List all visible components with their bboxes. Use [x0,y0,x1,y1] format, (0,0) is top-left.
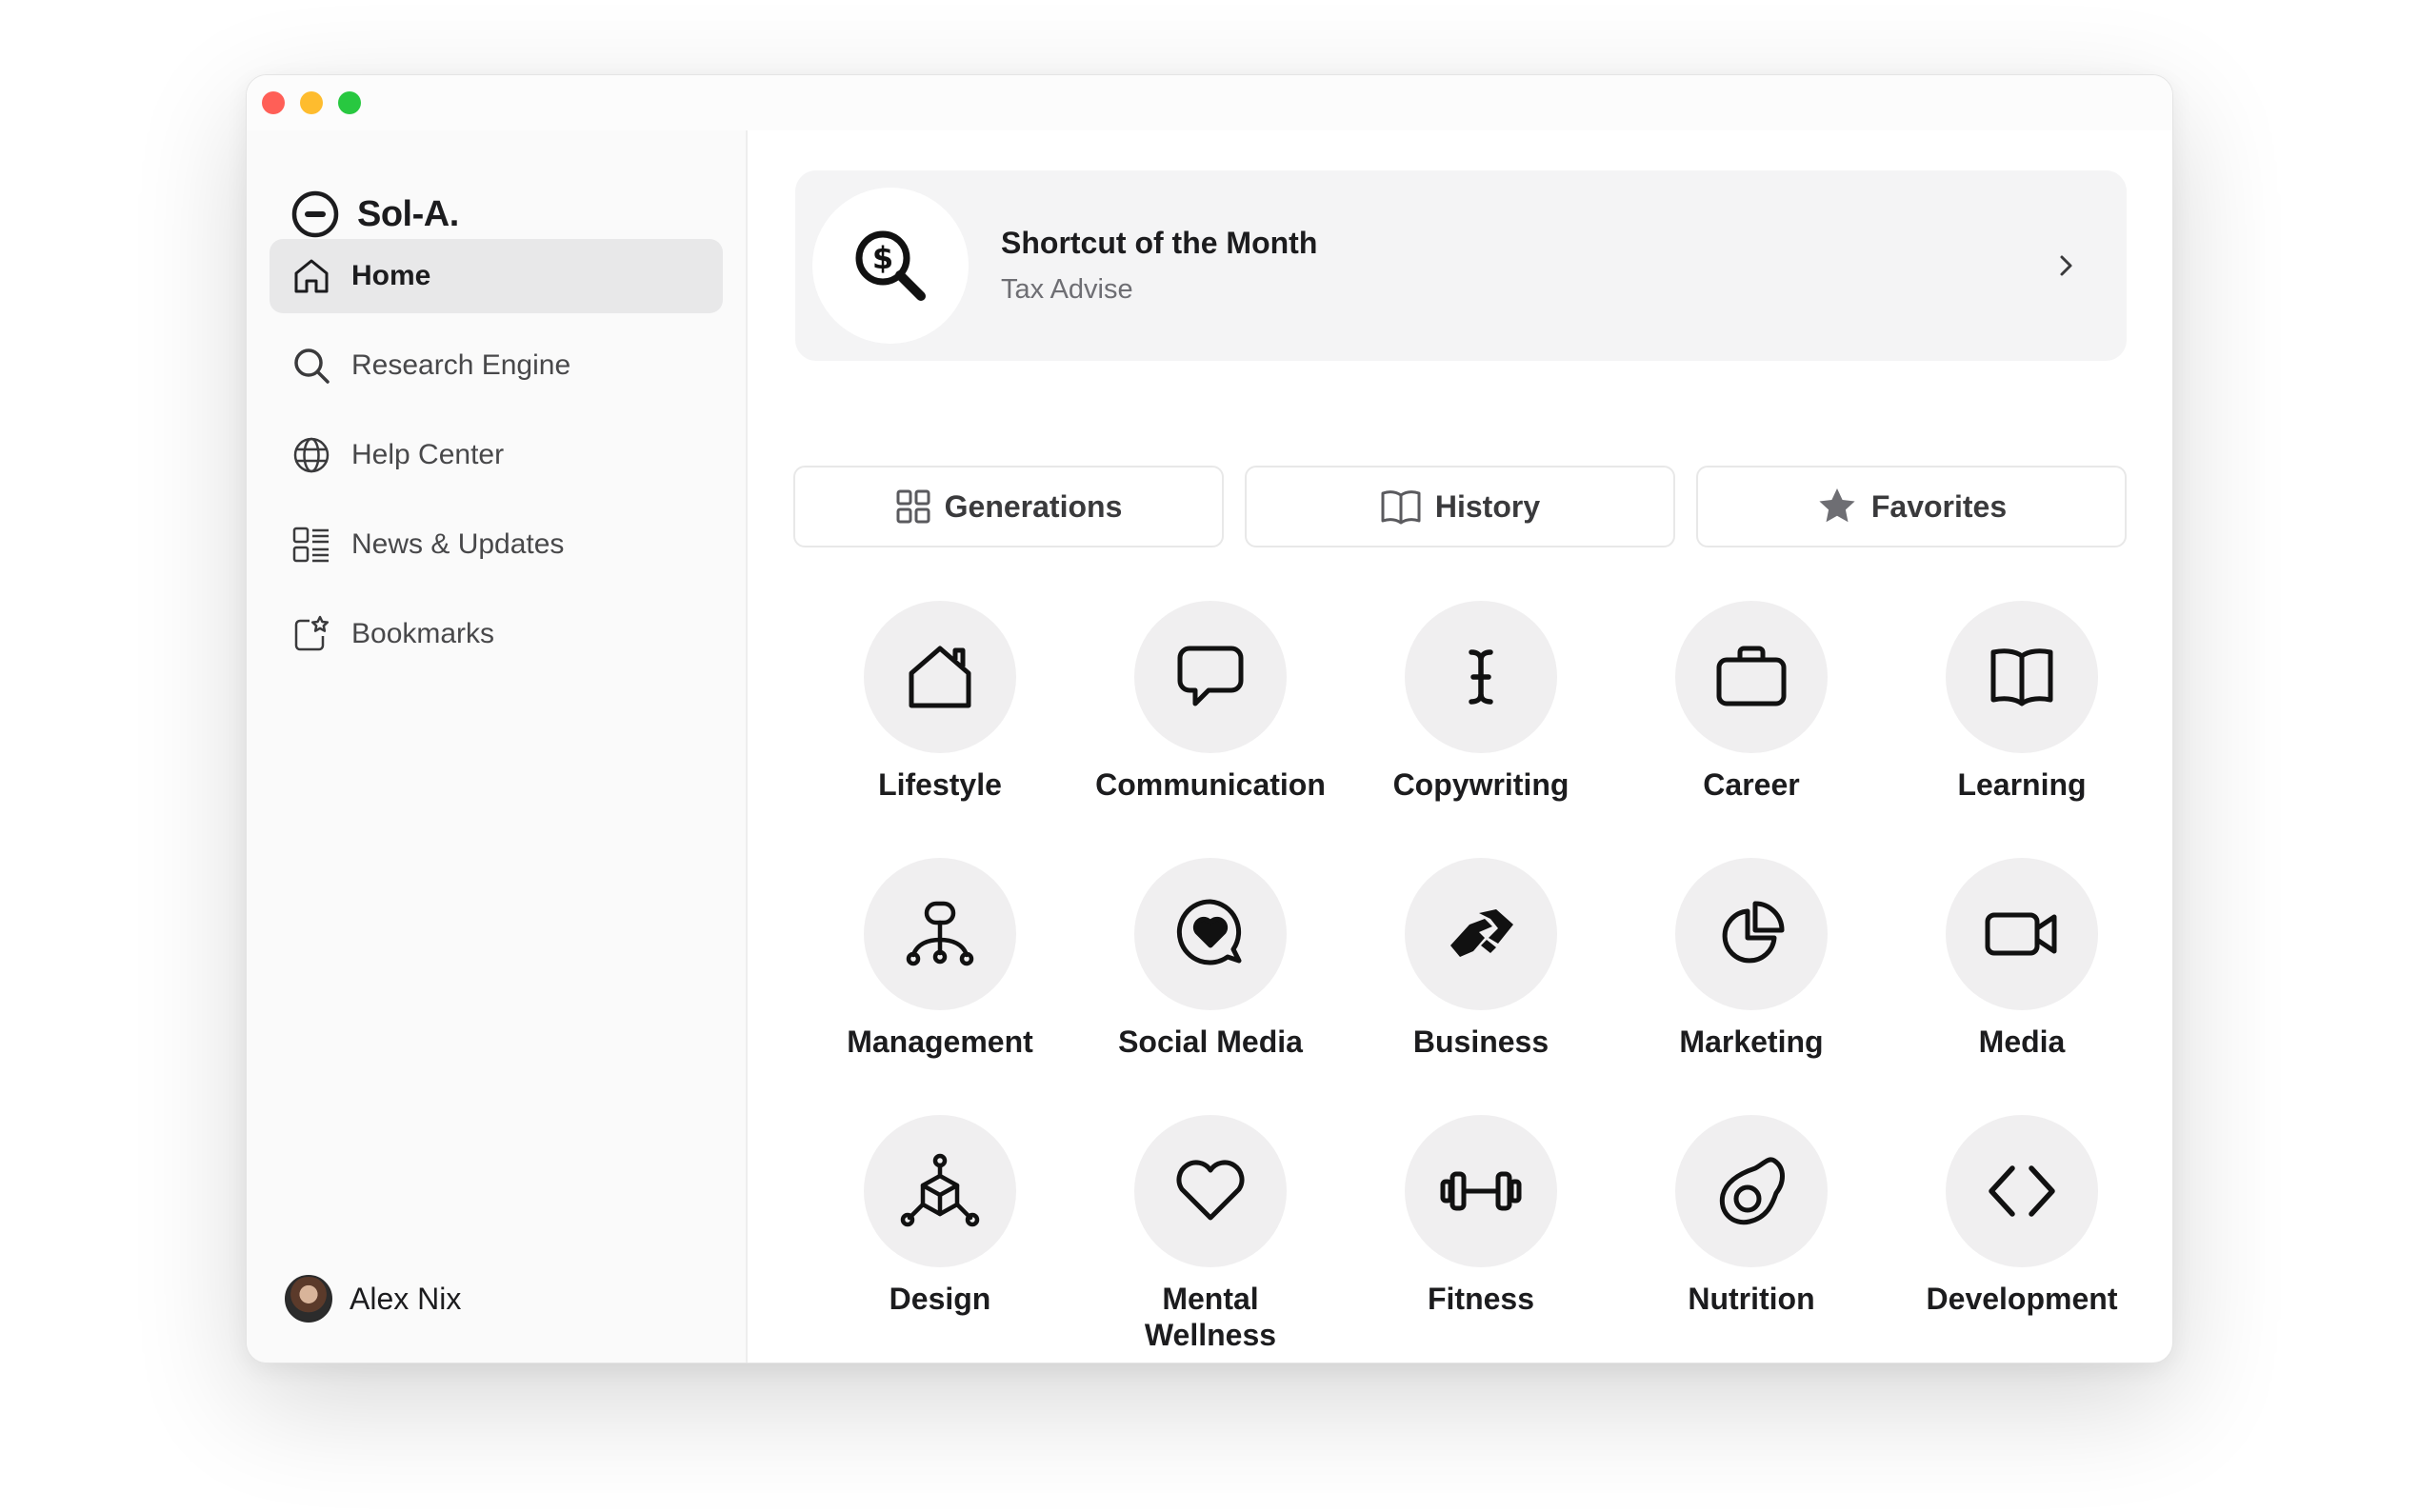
sidebar-item-help-center[interactable]: Help Center [270,418,723,492]
category-label: Communication [1095,767,1326,802]
category-label: Nutrition [1688,1282,1815,1316]
title-bar [247,75,2172,130]
category-label: Lifestyle [878,767,1002,802]
chevron-right-icon[interactable] [2052,252,2079,279]
brand[interactable]: Sol-A. [290,189,459,239]
search-icon [294,348,330,384]
tab-label: Generations [944,488,1123,524]
category-management[interactable]: Management [805,858,1075,1115]
globe-icon [293,437,330,473]
category-label: Social Media [1118,1025,1303,1059]
tab-generations[interactable]: Generations [793,466,1224,547]
heart-chat-icon [1176,899,1242,965]
category-label: Copywriting [1392,767,1569,802]
svg-text:$: $ [872,240,893,276]
sidebar-item-label: Bookmarks [351,618,495,649]
app-window: Sol-A. Home Research Engine Help Center … [246,74,2173,1363]
grid-icon [896,489,930,524]
video-camera-icon [1985,912,2057,956]
brand-logo-icon [291,190,339,238]
heart-icon [1176,1160,1245,1221]
sidebar-item-bookmarks[interactable]: Bookmarks [270,597,723,671]
category-label: Career [1703,767,1800,802]
open-book-icon [1990,648,2053,706]
shortcut-subtitle: Tax Advise [1001,274,1133,305]
star-icon [1819,488,1855,523]
sidebar-item-label: Home [351,260,431,291]
sidebar-item-research-engine[interactable]: Research Engine [270,328,723,403]
category-label: Business [1412,1025,1549,1059]
tab-label: History [1434,488,1541,524]
maximize-window-button[interactable] [338,91,361,114]
house-icon [909,646,971,708]
handshake-icon [1450,909,1513,957]
dollar-search-icon: $ [855,230,926,301]
list-icon [292,527,329,563]
category-fitness[interactable]: Fitness [1346,1115,1616,1363]
home-icon [294,259,329,293]
category-grid: Lifestyle Communication Copywriting Care… [805,601,2157,1363]
sidebar-item-home[interactable]: Home [270,239,723,313]
category-career[interactable]: Career [1616,601,1887,858]
briefcase-icon [1716,646,1787,706]
sidebar-item-label: Research Engine [351,349,571,381]
tab-label: Favorites [1870,488,2008,524]
text-cursor-icon [1469,649,1493,705]
shortcut-of-month-card[interactable]: $ Shortcut of the Month Tax Advise [795,170,2127,361]
user-name: Alex Nix [350,1281,462,1316]
category-marketing[interactable]: Marketing [1616,858,1887,1115]
sidebar-nav: Home Research Engine Help Center News & … [270,239,723,686]
category-nutrition[interactable]: Nutrition [1616,1115,1887,1363]
main-content: $ Shortcut of the Month Tax Advise Gener… [750,130,2172,1363]
category-label: Management [847,1025,1033,1059]
category-label: Development [1926,1282,2118,1316]
category-communication[interactable]: Communication [1075,601,1346,858]
category-label: Fitness [1427,1282,1535,1316]
category-design[interactable]: Design [805,1115,1075,1363]
dumbbell-icon [1440,1171,1522,1211]
close-window-button[interactable] [262,91,285,114]
avocado-icon [1719,1157,1785,1225]
category-label: Marketing [1679,1025,1824,1059]
category-learning[interactable]: Learning [1887,601,2157,858]
category-lifestyle[interactable]: Lifestyle [805,601,1075,858]
hierarchy-icon [906,901,974,966]
chat-bubble-icon [1177,646,1244,706]
minimize-window-button[interactable] [300,91,323,114]
tab-history[interactable]: History [1245,466,1675,547]
category-label: Learning [1957,767,2087,802]
sidebar-item-label: Help Center [351,439,505,470]
category-media[interactable]: Media [1887,858,2157,1115]
category-label: Mental Wellness [1144,1282,1277,1352]
category-label: Design [889,1282,991,1316]
category-copywriting[interactable]: Copywriting [1346,601,1616,858]
sidebar-item-label: News & Updates [351,528,565,560]
user-profile[interactable]: Alex Nix [285,1275,461,1323]
category-business[interactable]: Business [1346,858,1616,1115]
category-label: Media [1978,1025,2066,1059]
category-social-media[interactable]: Social Media [1075,858,1346,1115]
category-mental-wellness[interactable]: Mental Wellness [1075,1115,1346,1363]
code-icon [1989,1165,2055,1217]
avatar [285,1275,332,1323]
brand-name: Sol-A. [357,193,459,234]
sidebar-item-news-updates[interactable]: News & Updates [270,507,723,582]
tab-bar: Generations History Favorites [793,466,2127,547]
sidebar: Sol-A. Home Research Engine Help Center … [247,130,748,1363]
tab-favorites[interactable]: Favorites [1696,466,2127,547]
pie-chart-icon [1722,901,1785,964]
cube-network-icon [900,1153,980,1227]
shortcut-icon-circle: $ [812,188,969,344]
shortcut-title: Shortcut of the Month [1001,226,1318,260]
book-icon [1381,490,1421,525]
bookmark-icon [294,615,330,651]
category-development[interactable]: Development [1887,1115,2157,1363]
